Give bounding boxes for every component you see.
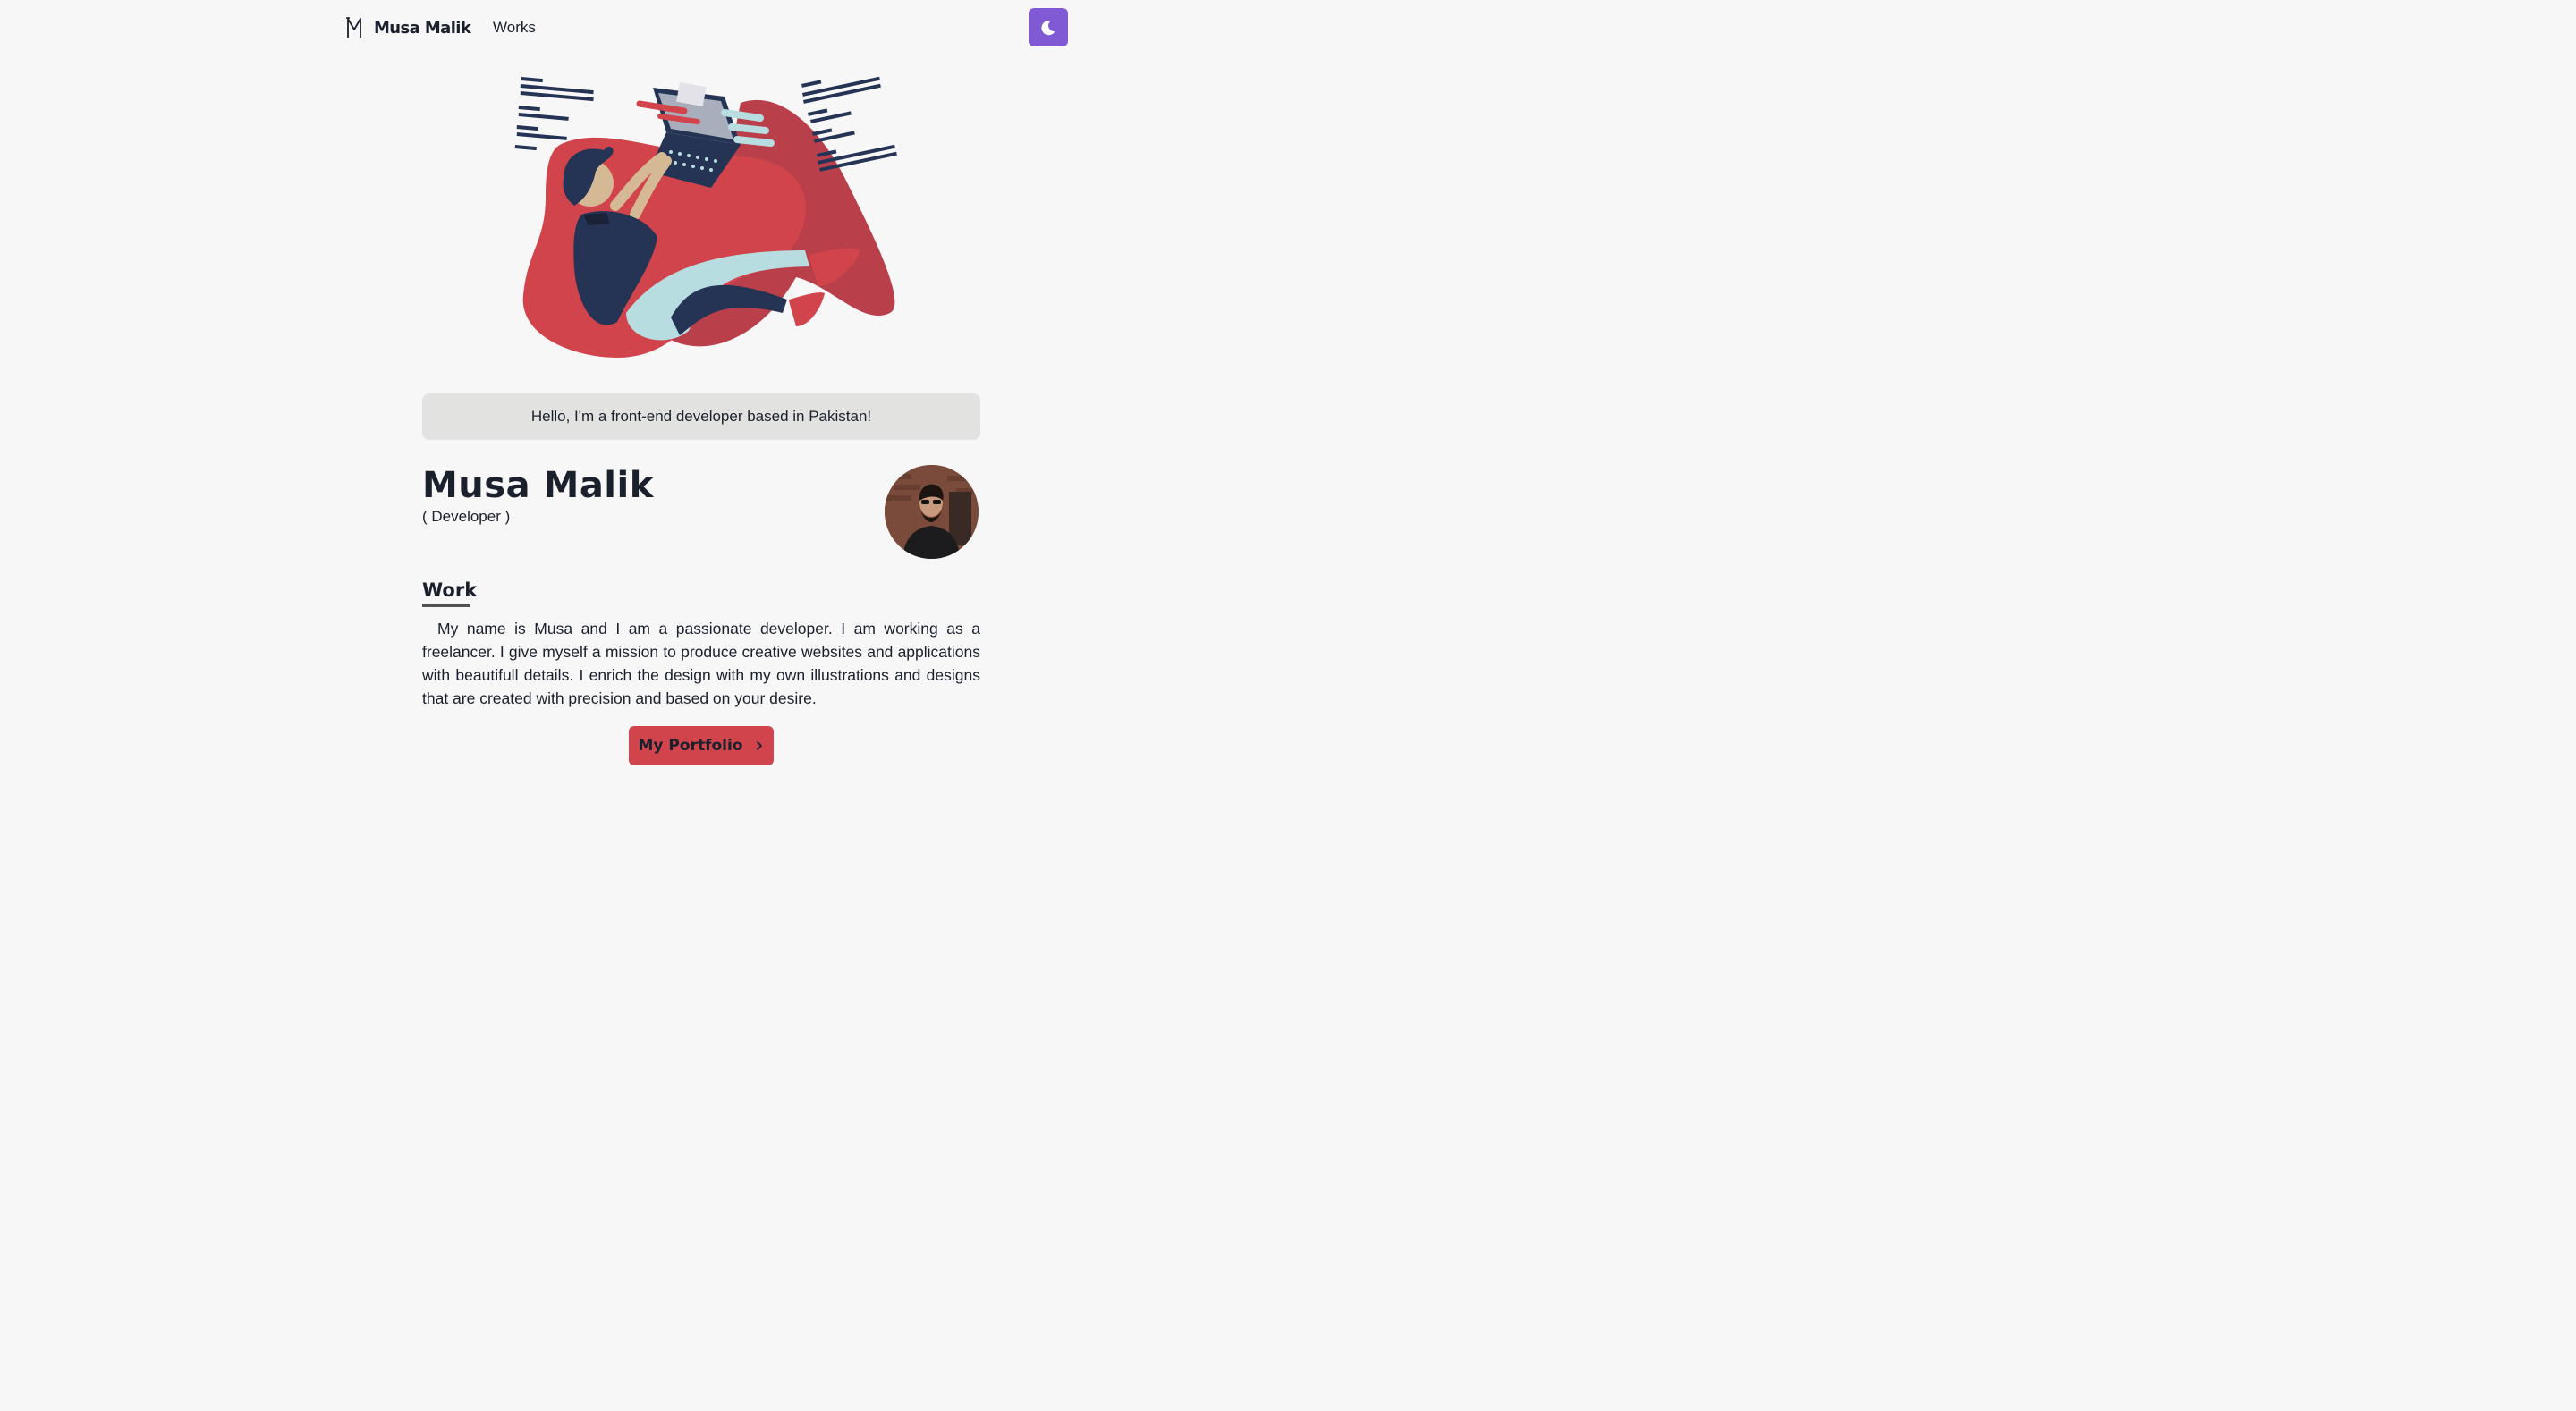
portfolio-button-label: My Portfolio [638, 737, 743, 755]
top-navigation: Musa Malik Works [0, 0, 1402, 55]
profile-role: ( Developer ) [422, 508, 511, 525]
developer-illustration [514, 76, 897, 358]
greeting-banner: Hello, I'm a front-end developer based i… [422, 393, 980, 440]
moon-icon [1041, 20, 1055, 35]
work-description: My name is Musa and I am a passionate de… [422, 620, 980, 707]
my-portfolio-button[interactable]: My Portfolio [629, 726, 774, 765]
nav-link-works[interactable]: Works [493, 19, 536, 37]
profile-photo [885, 465, 979, 559]
section-underline [422, 604, 470, 607]
m-logo-icon [346, 17, 361, 38]
profile-name: Musa Malik [422, 465, 654, 506]
brand-logo-link[interactable]: Musa Malik [345, 16, 471, 39]
brand-name: Musa Malik [374, 18, 471, 38]
chevron-right-icon [757, 741, 763, 750]
theme-toggle-button[interactable] [1029, 8, 1068, 46]
work-section-title: Work [422, 579, 478, 601]
avatar [885, 465, 979, 559]
